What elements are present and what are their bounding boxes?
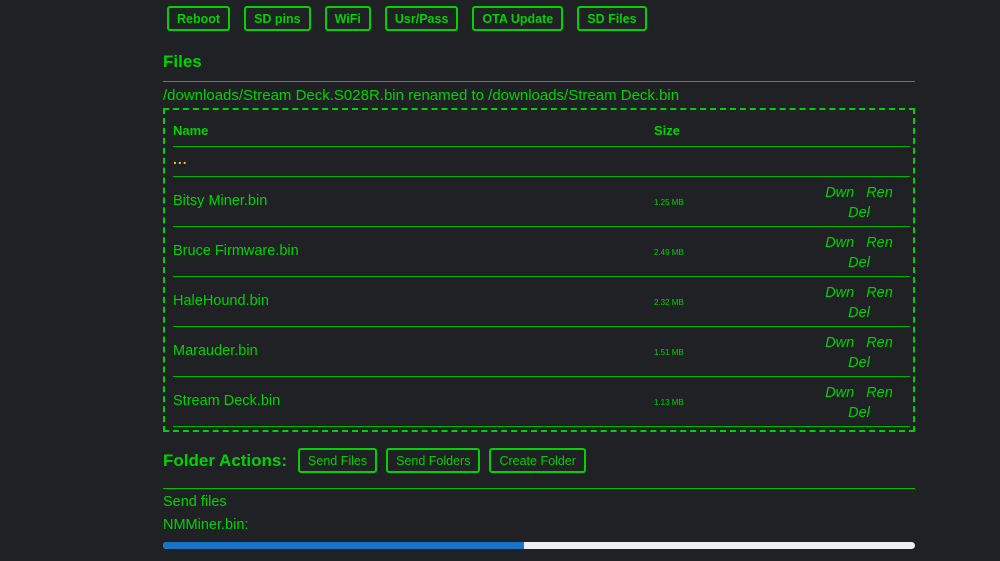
file-name[interactable]: Bitsy Miner.bin	[173, 193, 267, 209]
file-table: Name Size ... Bitsy Miner.bin 1.25 MB Dw…	[163, 108, 915, 432]
status-message: /downloads/Stream Deck.S028R.bin renamed…	[163, 87, 680, 104]
table-header: Name Size	[173, 110, 910, 147]
divider	[163, 81, 915, 82]
upload-progress-fill	[163, 542, 524, 549]
table-row: Stream Deck.bin 1.13 MB Dwn Ren Del	[173, 377, 910, 427]
folder-actions-bar: Folder Actions: Send Files Send Folders …	[163, 448, 586, 473]
top-toolbar: Reboot SD pins WiFi Usr/Pass OTA Update …	[167, 6, 647, 31]
wifi-button[interactable]: WiFi	[324, 6, 371, 31]
divider	[163, 488, 915, 489]
rename-link[interactable]: Ren	[866, 235, 893, 251]
usr-pass-button[interactable]: Usr/Pass	[384, 6, 459, 31]
rename-link[interactable]: Ren	[866, 385, 893, 401]
reboot-button[interactable]: Reboot	[167, 6, 231, 31]
download-link[interactable]: Dwn	[825, 335, 854, 351]
file-size: 1.25 MB	[654, 198, 684, 207]
file-actions: Dwn Ren Del	[819, 383, 899, 423]
send-files-button[interactable]: Send Files	[298, 448, 378, 473]
rename-link[interactable]: Ren	[866, 185, 893, 201]
delete-link[interactable]: Del	[848, 405, 870, 421]
files-title: Files	[163, 52, 202, 71]
upload-section-label: Send files	[163, 494, 227, 510]
download-link[interactable]: Dwn	[825, 185, 854, 201]
file-size: 2.49 MB	[654, 248, 684, 257]
delete-link[interactable]: Del	[848, 355, 870, 371]
file-name[interactable]: HaleHound.bin	[173, 293, 269, 309]
upload-progress-bar	[163, 542, 915, 549]
file-actions: Dwn Ren Del	[819, 233, 899, 273]
upload-file-label: NMMiner.bin:	[163, 517, 249, 533]
file-name[interactable]: Bruce Firmware.bin	[173, 243, 299, 259]
column-header-size: Size	[654, 123, 681, 138]
table-row: Bitsy Miner.bin 1.25 MB Dwn Ren Del	[173, 177, 910, 227]
folder-actions-title: Folder Actions:	[163, 450, 288, 470]
file-actions: Dwn Ren Del	[819, 183, 899, 223]
send-folders-button[interactable]: Send Folders	[386, 448, 481, 473]
file-size: 1.13 MB	[654, 398, 684, 407]
file-name[interactable]: Marauder.bin	[173, 343, 258, 359]
download-link[interactable]: Dwn	[825, 285, 854, 301]
column-header-name: Name	[173, 123, 209, 138]
rename-link[interactable]: Ren	[866, 285, 893, 301]
file-size: 1.51 MB	[654, 348, 684, 357]
sd-files-button[interactable]: SD Files	[577, 6, 647, 31]
parent-directory-link[interactable]: ...	[173, 151, 188, 167]
table-row: HaleHound.bin 2.32 MB Dwn Ren Del	[173, 277, 910, 327]
parent-directory-row[interactable]: ...	[173, 147, 910, 177]
delete-link[interactable]: Del	[848, 205, 870, 221]
sd-pins-button[interactable]: SD pins	[244, 6, 311, 31]
download-link[interactable]: Dwn	[825, 235, 854, 251]
delete-link[interactable]: Del	[848, 305, 870, 321]
download-link[interactable]: Dwn	[825, 385, 854, 401]
file-actions: Dwn Ren Del	[819, 283, 899, 323]
delete-link[interactable]: Del	[848, 255, 870, 271]
create-folder-button[interactable]: Create Folder	[489, 448, 586, 473]
rename-link[interactable]: Ren	[866, 335, 893, 351]
table-row: Bruce Firmware.bin 2.49 MB Dwn Ren Del	[173, 227, 910, 277]
ota-update-button[interactable]: OTA Update	[472, 6, 564, 31]
file-actions: Dwn Ren Del	[819, 333, 899, 373]
file-size: 2.32 MB	[654, 298, 684, 307]
table-row: Marauder.bin 1.51 MB Dwn Ren Del	[173, 327, 910, 377]
file-name[interactable]: Stream Deck.bin	[173, 393, 280, 409]
